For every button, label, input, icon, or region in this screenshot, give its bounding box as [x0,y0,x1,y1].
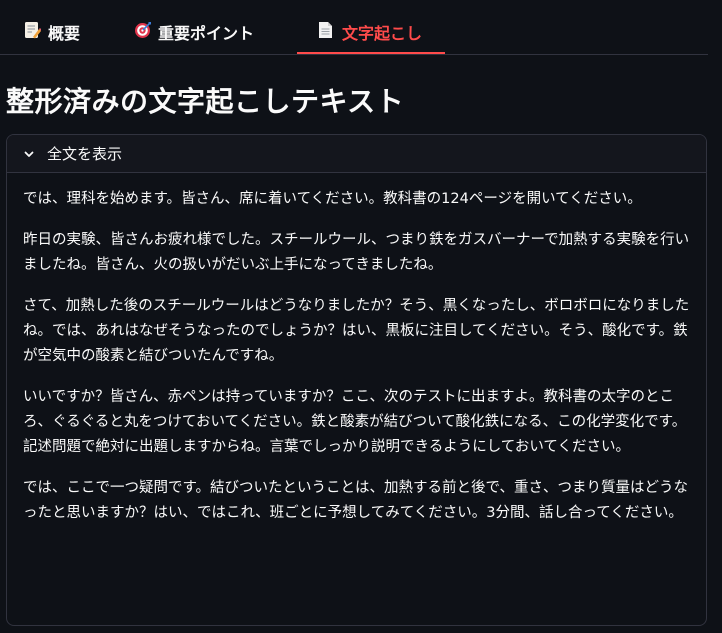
expander-toggle[interactable]: 全文を表示 [7,135,706,173]
tab-label: 重要ポイント [158,24,255,43]
memo-icon [24,21,42,39]
chevron-down-icon [23,148,35,160]
active-tab-indicator [297,52,445,54]
target-icon [134,21,151,39]
tab-transcript[interactable]: 文字起こし [318,20,422,54]
tab-overview[interactable]: 概要 [24,20,80,54]
transcript-paragraph: さて、加熱した後のスチールウールはどうなりましたか？そう、黒くなったし、ボロボロ… [23,298,690,364]
tab-label: 概要 [48,24,81,43]
document-icon [318,21,335,39]
transcript-paragraph: では、ここで一つ疑問です。結びついたということは、加熱する前と後で、重さ、つまり… [23,480,688,521]
transcript-paragraph: 昨日の実験、皆さんお疲れ様でした。スチールウール、つまり鉄をガスバーナーで加熱す… [23,232,690,273]
transcript-expander: 全文を表示 では、理科を始めます。皆さん、席に着いてください。教科書の124ペー… [6,134,707,626]
tab-key-points[interactable]: 重要ポイント [134,20,254,54]
tab-label: 文字起こし [342,24,423,43]
transcript-paragraph: では、理科を始めます。皆さん、席に着いてください。教科書の124ページを開いてく… [23,191,642,207]
tab-bar: 概要 重要ポイント 文字起こし [0,0,708,55]
transcript-paragraph: いいですか？皆さん、赤ペンは持っていますか？ここ、次のテストに出ますよ。教科書の… [23,389,687,455]
page-title: 整形済みの文字起こしテキスト [6,85,405,118]
transcript-body: では、理科を始めます。皆さん、席に着いてください。教科書の124ページを開いてく… [7,173,706,526]
expander-label: 全文を表示 [47,145,123,163]
